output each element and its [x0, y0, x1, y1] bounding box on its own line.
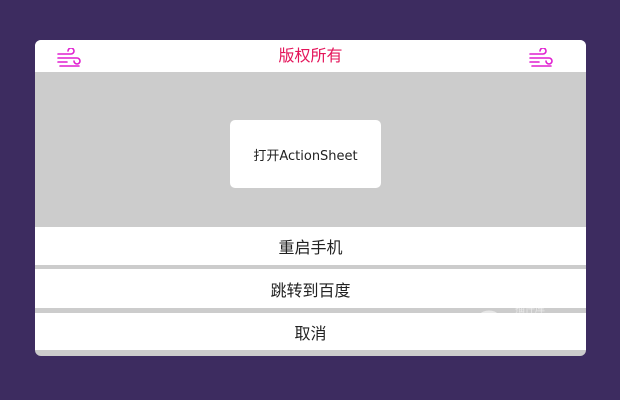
open-actionsheet-button[interactable]: 打开ActionSheet	[230, 120, 381, 188]
wind-icon[interactable]	[529, 47, 553, 68]
phone-screen: 版权所有 打开ActionSheet 重启手机 跳转到百度 取消	[35, 40, 586, 356]
cancel-option[interactable]: 取消	[35, 313, 586, 350]
page-title: 版权所有	[278, 46, 343, 65]
restart-phone-option[interactable]: 重启手机	[35, 227, 586, 265]
header-bar: 版权所有	[35, 40, 586, 72]
goto-baidu-option[interactable]: 跳转到百度	[35, 269, 586, 308]
